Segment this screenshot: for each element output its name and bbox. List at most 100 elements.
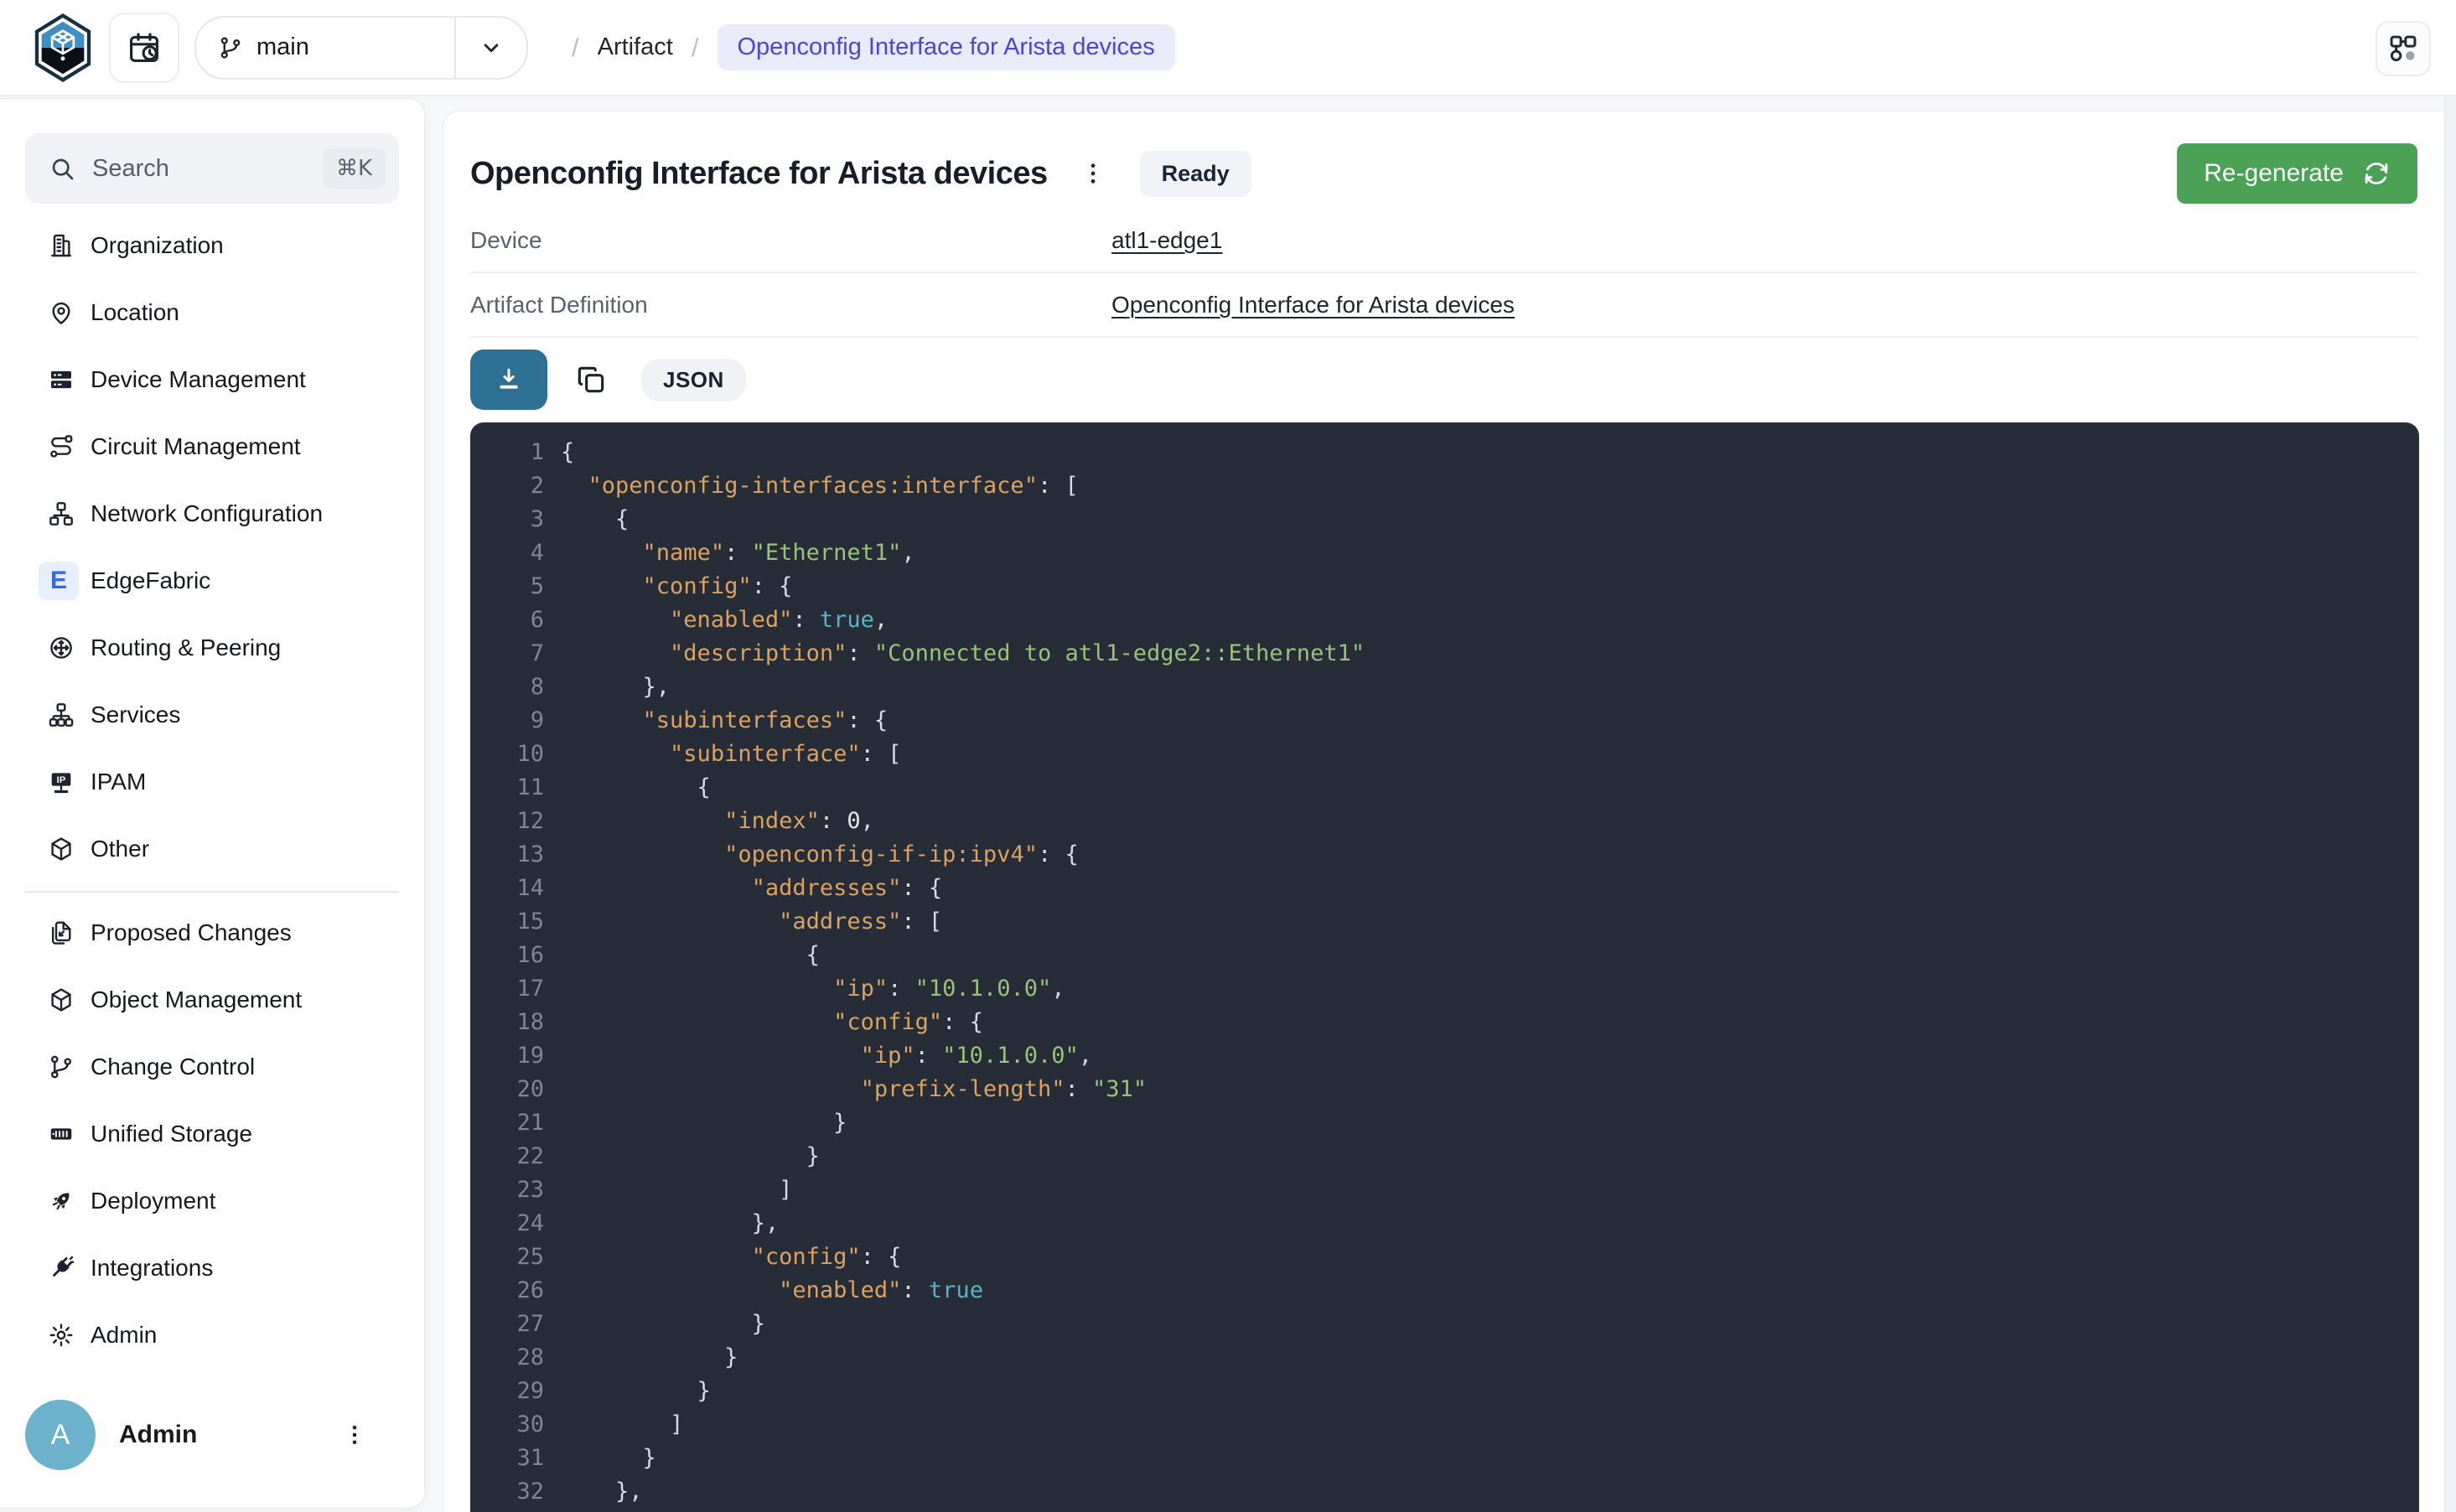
- code-line: 9 "subinterfaces": {: [470, 704, 2419, 738]
- code-line: 11 {: [470, 771, 2419, 805]
- artifact-toolbar: JSON: [470, 350, 746, 410]
- sidebar-nav: Organization Location Device Management Cir…: [0, 212, 424, 1369]
- code-line: 30 ]: [470, 1408, 2419, 1442]
- chevron-down-icon: [456, 35, 526, 60]
- detail-label: Device: [470, 227, 1111, 254]
- avatar: A: [25, 1400, 96, 1470]
- code-line: 19 "ip": "10.1.0.0",: [470, 1039, 2419, 1073]
- detail-value-link[interactable]: atl1-edge1: [1111, 227, 1222, 254]
- git-branch-icon: [47, 1054, 75, 1080]
- sidebar-item-proposed-changes[interactable]: Proposed Changes: [0, 899, 424, 966]
- code-line: 13 "openconfig-if-ip:ipv4": {: [470, 838, 2419, 872]
- download-icon: [494, 365, 524, 395]
- sidebar-item-device-management[interactable]: Device Management: [0, 346, 424, 413]
- sidebar-item-routing-peering[interactable]: Routing & Peering: [0, 614, 424, 681]
- routing-icon: [47, 634, 75, 661]
- code-line: 1{: [470, 436, 2419, 469]
- sidebar-item-label: Deployment: [91, 1188, 215, 1214]
- search-placeholder: Search: [92, 155, 169, 183]
- page-scrollbar[interactable]: [2444, 95, 2456, 1512]
- app-logo-icon[interactable]: [30, 12, 96, 84]
- sidebar-divider: [25, 891, 399, 893]
- copy-icon: [574, 363, 608, 396]
- sidebar-item-label: IPAM: [91, 769, 146, 795]
- code-line: 10 "subinterface": [: [470, 738, 2419, 771]
- page-title: Openconfig Interface for Arista devices: [470, 156, 1048, 192]
- sidebar-item-label: Device Management: [91, 366, 306, 393]
- code-line: 22 }: [470, 1140, 2419, 1173]
- workflow-button[interactable]: [2376, 21, 2431, 76]
- sidebar-item-label: Network Configuration: [91, 500, 323, 527]
- sidebar-item-other[interactable]: Other: [0, 816, 424, 883]
- main-content: Openconfig Interface for Arista devices …: [443, 111, 2456, 1512]
- title-row: Openconfig Interface for Arista devices …: [470, 143, 2417, 204]
- sidebar-item-network-configuration[interactable]: Network Configuration: [0, 480, 424, 547]
- regenerate-button[interactable]: Re-generate: [2177, 143, 2417, 204]
- breadcrumb-item-artifact[interactable]: Artifact: [598, 34, 673, 61]
- download-button[interactable]: [470, 350, 547, 410]
- code-line: 8 },: [470, 671, 2419, 704]
- title-menu-kebab-icon[interactable]: [1080, 160, 1106, 187]
- sidebar-item-object-management[interactable]: Object Management: [0, 966, 424, 1033]
- sidebar-item-ipam[interactable]: IPIPAM: [0, 748, 424, 816]
- code-line: 20 "prefix-length": "31": [470, 1073, 2419, 1106]
- user-menu[interactable]: A Admin: [25, 1399, 399, 1471]
- sidebar-item-location[interactable]: Location: [0, 279, 424, 346]
- user-name: Admin: [119, 1421, 197, 1449]
- sidebar-item-circuit-management[interactable]: Circuit Management: [0, 413, 424, 480]
- user-kebab-icon[interactable]: [342, 1422, 367, 1447]
- sidebar: Search ⌘K Organization Location Device Man…: [0, 98, 425, 1509]
- rocket-icon: [47, 1188, 75, 1214]
- storage-icon: [47, 1121, 75, 1147]
- code-line: 18 "config": {: [470, 1006, 2419, 1039]
- server-icon: [47, 366, 75, 393]
- detail-value-link[interactable]: Openconfig Interface for Arista devices: [1111, 292, 1515, 318]
- sidebar-item-integrations[interactable]: Integrations: [0, 1235, 424, 1302]
- copy-button[interactable]: [574, 363, 608, 396]
- git-branch-icon: [218, 35, 243, 60]
- branch-selector[interactable]: main: [194, 16, 528, 80]
- breadcrumb-separator: /: [692, 33, 699, 63]
- sidebar-item-services[interactable]: Services: [0, 681, 424, 748]
- map-pin-icon: [47, 299, 75, 326]
- sidebar-item-admin[interactable]: Admin: [0, 1302, 424, 1369]
- sidebar-item-deployment[interactable]: Deployment: [0, 1168, 424, 1235]
- code-line: 32 },: [470, 1475, 2419, 1509]
- breadcrumb-item-current[interactable]: Openconfig Interface for Arista devices: [718, 24, 1175, 70]
- building-icon: [47, 232, 75, 259]
- hierarchy-icon: [47, 702, 75, 728]
- sidebar-item-label: Unified Storage: [91, 1121, 252, 1147]
- code-line: 31 }: [470, 1442, 2419, 1475]
- code-line: 29 }: [470, 1375, 2419, 1408]
- code-line: 4 "name": "Ethernet1",: [470, 536, 2419, 570]
- cube-icon: [47, 986, 75, 1013]
- sidebar-item-label: Location: [91, 299, 179, 326]
- sidebar-item-label: Routing & Peering: [91, 634, 281, 661]
- sidebar-item-unified-storage[interactable]: Unified Storage: [0, 1100, 424, 1168]
- code-viewer[interactable]: 1{2 "openconfig-interfaces:interface": […: [470, 422, 2419, 1512]
- sidebar-item-label: Proposed Changes: [91, 919, 292, 946]
- sidebar-item-organization[interactable]: Organization: [0, 212, 424, 279]
- file-diff-icon: [47, 919, 75, 946]
- sidebar-item-label: Admin: [91, 1322, 157, 1349]
- format-badge[interactable]: JSON: [641, 359, 746, 401]
- sidebar-item-label: Organization: [91, 232, 224, 259]
- breadcrumb: / Artifact / Openconfig Interface for Ar…: [553, 24, 1175, 70]
- code-line: 6 "enabled": true,: [470, 603, 2419, 637]
- code-line: 23 ]: [470, 1173, 2419, 1207]
- top-bar: main / Artifact / Openconfig Interface f…: [0, 0, 2456, 96]
- sidebar-item-change-control[interactable]: Change Control: [0, 1033, 424, 1100]
- search-input[interactable]: Search ⌘K: [25, 133, 399, 204]
- sidebar-item-label: Other: [91, 836, 149, 862]
- calendar-button[interactable]: [109, 13, 179, 83]
- code-line: 15 "address": [: [470, 905, 2419, 939]
- code-lines: 1{2 "openconfig-interfaces:interface": […: [470, 436, 2419, 1509]
- details-table: Deviceatl1-edge1 Artifact DefinitionOpenc…: [470, 209, 2417, 338]
- code-line: 14 "addresses": {: [470, 872, 2419, 905]
- network-icon: [47, 500, 75, 527]
- detail-label: Artifact Definition: [470, 292, 1111, 318]
- sidebar-item-label: Object Management: [91, 986, 302, 1013]
- code-line: 2 "openconfig-interfaces:interface": [: [470, 469, 2419, 503]
- code-line: 24 },: [470, 1207, 2419, 1240]
- sidebar-item-edgefabric[interactable]: EEdgeFabric: [0, 547, 424, 614]
